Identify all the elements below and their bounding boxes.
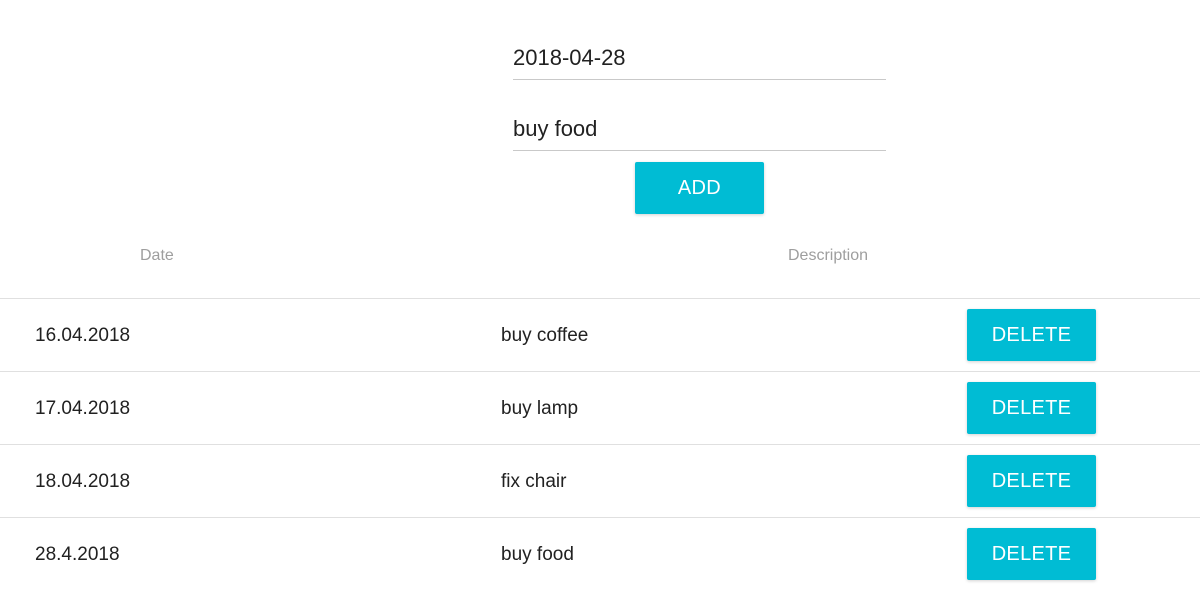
- delete-button[interactable]: DELETE: [967, 309, 1096, 361]
- description-field[interactable]: [513, 99, 886, 151]
- date-field[interactable]: [513, 28, 886, 80]
- table-header: Date Description: [0, 224, 1200, 299]
- date-input[interactable]: [513, 45, 886, 71]
- description-column-header: Description: [788, 247, 869, 264]
- table-row: 16.04.2018 buy coffee DELETE: [0, 299, 1200, 372]
- table-row: 18.04.2018 fix chair DELETE: [0, 445, 1200, 518]
- row-date: 18.04.2018: [35, 471, 131, 492]
- row-date: 28.4.2018: [35, 544, 120, 565]
- entries-table: Date Description 16.04.2018 buy coffee D…: [0, 224, 1200, 590]
- row-description: buy food: [501, 544, 574, 565]
- row-description: fix chair: [501, 471, 567, 492]
- table-row: 28.4.2018 buy food DELETE: [0, 518, 1200, 590]
- delete-button[interactable]: DELETE: [967, 382, 1096, 434]
- row-description: buy lamp: [501, 398, 579, 419]
- row-description: buy coffee: [501, 325, 589, 346]
- row-date: 16.04.2018: [35, 325, 131, 346]
- entry-form: [513, 28, 886, 170]
- table-row: 17.04.2018 buy lamp DELETE: [0, 372, 1200, 445]
- delete-button[interactable]: DELETE: [967, 455, 1096, 507]
- add-button[interactable]: ADD: [635, 162, 764, 214]
- row-date: 17.04.2018: [35, 398, 131, 419]
- date-column-header: Date: [140, 247, 174, 264]
- delete-button[interactable]: DELETE: [967, 528, 1096, 580]
- description-input[interactable]: [513, 116, 886, 142]
